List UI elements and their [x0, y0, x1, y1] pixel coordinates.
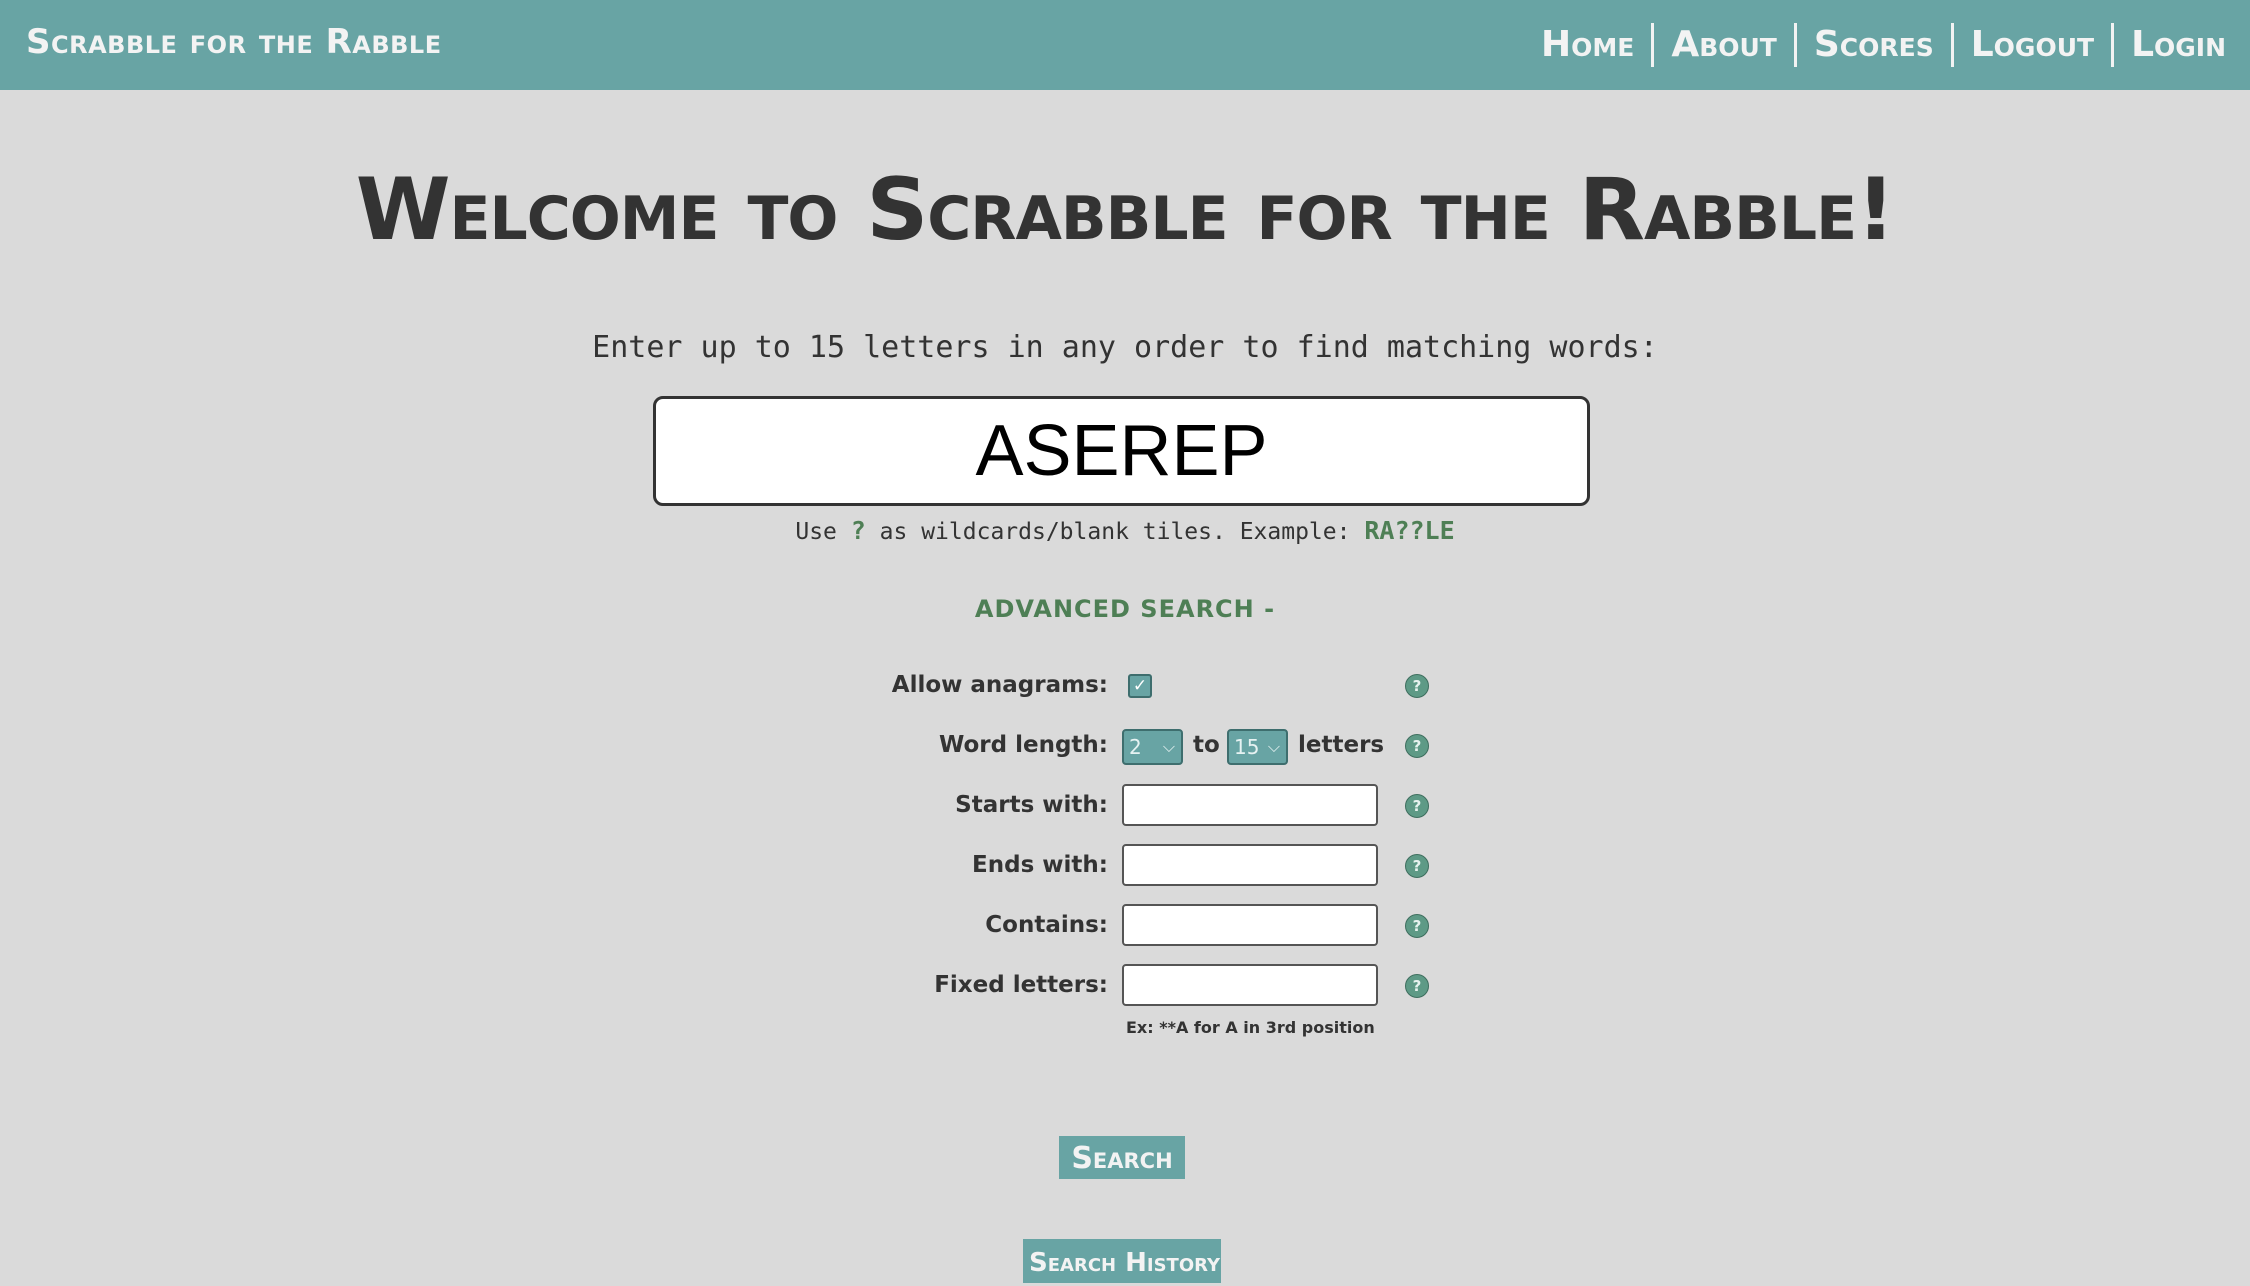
brand-link[interactable]: Scrabble for the Rabble — [26, 22, 442, 62]
contains-row: Contains: ? — [0, 904, 2250, 948]
nav-logout-link[interactable]: Logout — [1954, 22, 2111, 68]
starts-with-row: Starts with: ? — [0, 784, 2250, 828]
fixed-letters-input[interactable] — [1122, 964, 1378, 1006]
navbar: Scrabble for the Rabble Home About Score… — [0, 0, 2250, 90]
nav-login-link[interactable]: Login — [2114, 22, 2226, 68]
ends-with-input[interactable] — [1122, 844, 1378, 886]
hint-prefix: Use — [795, 519, 837, 545]
ends-with-label: Ends with: — [972, 852, 1108, 878]
nav-about-link[interactable]: About — [1654, 22, 1794, 68]
advanced-search-toggle[interactable]: ADVANCED SEARCH - — [975, 595, 1275, 623]
chevron-down-icon: ⌵ — [1162, 737, 1175, 756]
hint-wildcard: ? — [850, 516, 866, 545]
min-length-value: 2 — [1129, 735, 1142, 759]
advanced-search-toggle-row: ADVANCED SEARCH - — [0, 595, 2250, 623]
nav-scores-link[interactable]: Scores — [1797, 22, 1951, 68]
search-history-button[interactable]: Search History — [1023, 1239, 1221, 1283]
search-button[interactable]: Search — [1059, 1136, 1185, 1179]
hint-example: RA??LE — [1364, 516, 1455, 545]
max-length-select[interactable]: 15 ⌵ — [1227, 729, 1288, 765]
ends-with-row: Ends with: ? — [0, 844, 2250, 888]
help-icon[interactable]: ? — [1405, 914, 1429, 938]
letters-input[interactable] — [653, 396, 1590, 506]
help-icon[interactable]: ? — [1405, 794, 1429, 818]
help-icon[interactable]: ? — [1405, 734, 1429, 758]
fixed-letters-hint: Ex: **A for A in 3rd position — [1126, 1018, 1375, 1037]
hint-middle: as wildcards/blank tiles. Example: — [879, 519, 1351, 545]
anagrams-row: Allow anagrams: ✓ ? — [0, 664, 2250, 708]
starts-with-label: Starts with: — [955, 792, 1108, 818]
starts-with-input[interactable] — [1122, 784, 1378, 826]
wildcard-hint: Use ? as wildcards/blank tiles. Example:… — [0, 516, 2250, 545]
page-title: Welcome to Scrabble for the Rabble! — [355, 160, 1896, 260]
min-length-select[interactable]: 2 ⌵ — [1122, 729, 1183, 765]
help-icon[interactable]: ? — [1405, 974, 1429, 998]
help-icon[interactable]: ? — [1405, 854, 1429, 878]
anagrams-label: Allow anagrams: — [891, 672, 1108, 698]
max-length-value: 15 — [1234, 735, 1260, 759]
to-text: to — [1193, 732, 1220, 758]
contains-label: Contains: — [985, 912, 1108, 938]
letters-text: letters — [1298, 732, 1385, 758]
nav-home-link[interactable]: Home — [1524, 22, 1651, 68]
contains-input[interactable] — [1122, 904, 1378, 946]
word-length-row: Word length: 2 ⌵ to 15 ⌵ letters ? — [0, 724, 2250, 768]
word-length-label: Word length: — [938, 732, 1108, 758]
fixed-letters-label: Fixed letters: — [934, 972, 1108, 998]
chevron-down-icon: ⌵ — [1267, 737, 1280, 756]
help-icon[interactable]: ? — [1405, 674, 1429, 698]
instructions-text: Enter up to 15 letters in any order to f… — [592, 330, 1658, 365]
fixed-letters-row: Fixed letters: ? — [0, 964, 2250, 1008]
anagrams-checkbox[interactable]: ✓ — [1128, 674, 1152, 698]
nav-links: Home About Scores Logout Login — [1524, 22, 2226, 68]
